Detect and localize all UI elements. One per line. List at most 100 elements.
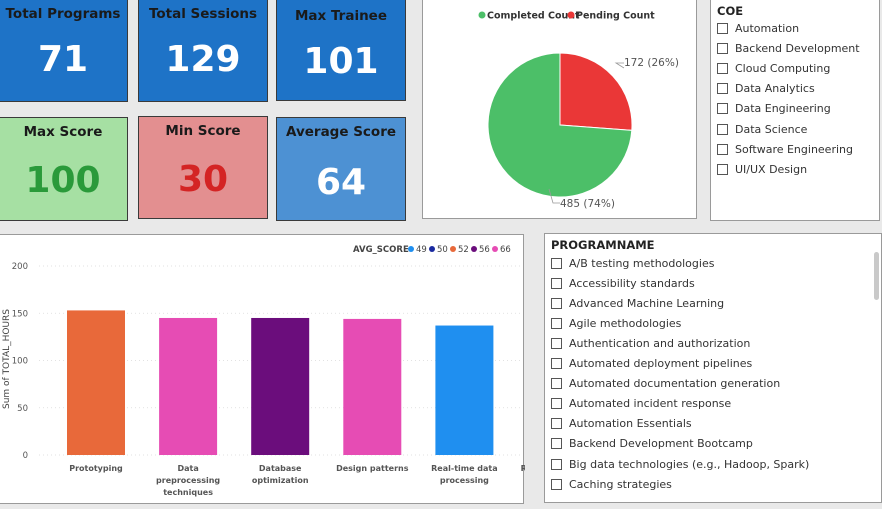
legend-entry[interactable]: 56 — [479, 245, 490, 255]
legend-entry[interactable]: 49 — [416, 245, 427, 255]
x-tick-label: Robotic process — [521, 464, 525, 473]
programname-item[interactable]: A/B testing methodologies — [551, 255, 714, 271]
programname-item[interactable]: Backend Development Bootcamp — [551, 436, 753, 452]
legend-entry[interactable]: 50 — [437, 245, 448, 255]
programname-item[interactable]: Automated incident response — [551, 396, 731, 412]
programname-item[interactable]: Automated deployment pipelines — [551, 356, 752, 372]
legend-completed-label[interactable]: Completed Count — [487, 11, 580, 22]
programname-item-label: Caching strategies — [569, 477, 672, 491]
coe-item-label: UI/UX Design — [735, 162, 808, 176]
coe-item-label: Software Engineering — [735, 142, 853, 156]
bar-chart: AVG_SCORE 49 50 52 56 66 0 50 100 150 200 Prototy… — [2, 245, 593, 497]
programname-item[interactable]: Agile methodologies — [551, 315, 681, 331]
bar[interactable] — [343, 318, 402, 455]
x-tick-label: optimization — [252, 476, 309, 485]
kpi-average-score: Average Score 64 — [276, 117, 406, 221]
legend-entry[interactable]: 52 — [458, 245, 469, 255]
bar[interactable] — [67, 310, 125, 455]
pending-data-label: 172 (26%) — [624, 57, 679, 69]
checkbox-icon[interactable] — [551, 358, 562, 369]
x-tick-label: Database — [259, 464, 302, 473]
legend-pending-dot — [567, 11, 575, 19]
checkbox-icon[interactable] — [717, 123, 728, 135]
coe-slicer-title: COE — [717, 4, 744, 18]
programname-item-label: Agile methodologies — [569, 316, 682, 330]
checkbox-icon[interactable] — [551, 277, 562, 289]
kpi-total-sessions-label: Total Sessions — [148, 6, 258, 22]
checkbox-icon[interactable] — [551, 418, 562, 430]
coe-item-label: Data Analytics — [735, 82, 815, 96]
bar-legend: AVG_SCORE 49 50 52 56 66 — [353, 245, 511, 255]
bar[interactable] — [435, 325, 494, 455]
legend-entry[interactable]: 66 — [500, 245, 511, 255]
checkbox-icon[interactable] — [551, 257, 562, 269]
coe-item[interactable]: Backend Development — [717, 40, 860, 56]
bar[interactable] — [251, 317, 310, 455]
kpi-max-score-label: Max Score — [23, 124, 103, 140]
legend-title: AVG_SCORE — [353, 245, 409, 255]
checkbox-icon[interactable] — [551, 398, 562, 410]
checkbox-icon[interactable] — [551, 458, 562, 470]
kpi-total-programs-label: Total Programs — [5, 6, 121, 22]
checkbox-icon[interactable] — [717, 62, 728, 74]
checkbox-icon[interactable] — [717, 163, 728, 175]
programname-item[interactable]: Authentication and authorization — [551, 335, 750, 351]
programname-item[interactable]: Advanced Machine Learning — [551, 295, 724, 311]
coe-item-label: Cloud Computing — [735, 61, 831, 75]
y-tick-label: 200 — [12, 262, 28, 272]
programname-scrollbar[interactable] — [874, 252, 879, 300]
coe-item[interactable]: Data Science — [717, 121, 807, 137]
legend-pending-label[interactable]: Pending Count — [576, 11, 655, 22]
programname-slicer-title: PROGRAMNAME — [551, 238, 655, 252]
checkbox-icon[interactable] — [717, 143, 728, 155]
bar[interactable] — [159, 317, 218, 455]
checkbox-icon[interactable] — [551, 337, 562, 349]
y-tick-label: 50 — [17, 404, 28, 414]
y-tick-label: 0 — [23, 451, 28, 461]
programname-item-label: Authentication and authorization — [569, 336, 751, 350]
pending-slice[interactable] — [559, 52, 633, 131]
kpi-min-score-value: 30 — [177, 159, 229, 200]
kpi-total-sessions-value: 129 — [165, 39, 241, 80]
checkbox-icon[interactable] — [717, 103, 728, 115]
programname-item-label: Automated incident response — [569, 397, 732, 411]
kpi-average-score-label: Average Score — [285, 124, 397, 140]
checkbox-icon[interactable] — [717, 22, 728, 34]
legend-dot — [471, 246, 477, 252]
coe-item[interactable]: Software Engineering — [717, 141, 853, 157]
checkbox-icon[interactable] — [717, 83, 728, 95]
programname-item[interactable]: Automated documentation generation — [551, 376, 780, 392]
x-tick-label: preprocessing — [156, 476, 220, 485]
programname-item[interactable]: Accessibility standards — [551, 275, 695, 291]
kpi-min-score-label: Min Score — [165, 123, 241, 139]
checkbox-icon[interactable] — [551, 378, 562, 390]
coe-item[interactable]: Cloud Computing — [717, 60, 830, 76]
programname-item-label: Backend Development Bootcamp — [569, 437, 753, 451]
coe-slicer: COE Automation Backend Development Cloud C… — [710, 0, 880, 221]
pie-chart-panel: Completed Count Pending Count 172 (26%) … — [422, 0, 697, 219]
kpi-total-programs-value: 71 — [37, 39, 89, 80]
programname-item[interactable]: Caching strategies — [551, 476, 672, 492]
checkbox-icon[interactable] — [551, 478, 562, 490]
programname-item[interactable]: Automation Essentials — [551, 416, 692, 432]
kpi-max-trainee-label: Max Trainee — [295, 8, 387, 24]
programname-item[interactable]: Big data technologies (e.g., Hadoop, Spa… — [551, 456, 809, 472]
checkbox-icon[interactable] — [551, 297, 562, 309]
checkbox-icon[interactable] — [551, 317, 562, 329]
checkbox-icon[interactable] — [551, 438, 562, 450]
coe-item[interactable]: Automation — [717, 20, 799, 36]
x-tick-label: processing — [440, 476, 489, 485]
coe-item-label: Automation — [735, 21, 800, 35]
checkbox-icon[interactable] — [717, 42, 728, 54]
coe-item[interactable]: UI/UX Design — [717, 161, 807, 177]
legend-completed-dot — [478, 11, 486, 19]
x-tick-label: techniques — [163, 488, 213, 497]
kpi-total-programs: Total Programs 71 — [0, 0, 128, 102]
x-tick-label: Data — [177, 464, 198, 473]
pending-leader-line — [614, 62, 625, 69]
y-axis-title: Sum of TOTAL_HOURS — [2, 309, 12, 409]
coe-item[interactable]: Data Analytics — [717, 81, 815, 97]
legend-dot — [408, 246, 414, 252]
kpi-max-score-value: 100 — [25, 160, 101, 201]
coe-item[interactable]: Data Engineering — [717, 101, 831, 117]
